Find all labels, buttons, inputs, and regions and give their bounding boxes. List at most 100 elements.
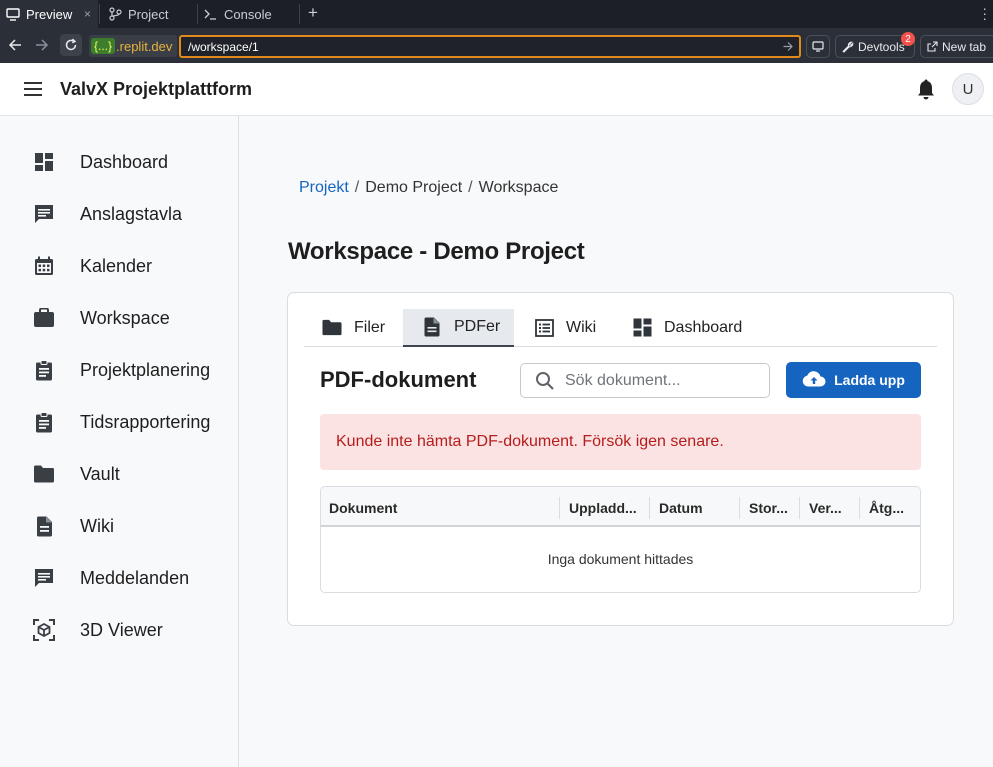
new-tab-button[interactable]: New tab xyxy=(920,35,993,58)
upload-button[interactable]: Ladda upp xyxy=(786,362,921,398)
browser-tab-label: Preview xyxy=(26,6,73,22)
sidebar-item-label: Anslagstavla xyxy=(80,203,183,224)
document-icon xyxy=(33,515,55,537)
search-input[interactable]: Sök dokument... xyxy=(520,363,770,398)
column-divider[interactable] xyxy=(859,497,860,519)
list-icon xyxy=(534,318,554,338)
column-header-uppladdad[interactable]: Uppladd... xyxy=(569,500,637,516)
tab-label: Filer xyxy=(354,318,386,336)
browser-tab-label: Console xyxy=(224,6,272,22)
workspace-tabs: Filer PDFer Wiki Dashboard xyxy=(304,309,937,347)
git-branch-icon xyxy=(108,7,122,21)
sidebar-item-wiki[interactable]: Wiki xyxy=(0,500,238,552)
column-header-datum[interactable]: Datum xyxy=(659,500,703,516)
tab-filer[interactable]: Filer xyxy=(304,309,403,346)
avatar[interactable]: U xyxy=(952,73,984,105)
column-divider[interactable] xyxy=(649,497,650,519)
browser-tab-project[interactable]: Project xyxy=(100,0,196,28)
menu-icon[interactable] xyxy=(24,82,42,96)
page-title: Workspace - Demo Project xyxy=(288,238,585,265)
external-link-icon xyxy=(927,41,938,52)
url-domain[interactable]: {...} .replit.dev xyxy=(89,35,177,57)
browser-tab-label: Project xyxy=(128,6,169,22)
breadcrumb-item-workspace: Workspace xyxy=(478,179,559,196)
forward-arrow-icon[interactable] xyxy=(32,35,52,55)
sidebar-item-label: Wiki xyxy=(80,515,114,536)
new-tab-label: New tab xyxy=(942,39,987,54)
go-arrow-icon[interactable] xyxy=(783,40,793,54)
close-icon[interactable]: × xyxy=(84,7,91,21)
briefcase-icon xyxy=(33,307,55,329)
sidebar-item-label: Dashboard xyxy=(80,151,169,172)
section-title: PDF-dokument xyxy=(320,367,477,392)
monitor-icon xyxy=(812,41,824,52)
column-header-atgarder[interactable]: Åtg... xyxy=(869,500,904,516)
error-message: Kunde inte hämta PDF-dokument. Försök ig… xyxy=(336,433,724,450)
sidebar-item-label: Tidsrapportering xyxy=(80,411,211,432)
devtools-label: Devtools xyxy=(858,39,905,54)
tab-label: PDFer xyxy=(454,318,501,335)
upload-label: Ladda upp xyxy=(834,372,905,388)
browser-tab-console[interactable]: Console xyxy=(198,0,298,28)
bell-icon[interactable] xyxy=(916,79,936,101)
search-icon xyxy=(535,371,555,391)
sidebar-item-meddelanden[interactable]: Meddelanden xyxy=(0,552,238,604)
empty-state-text: Inga dokument hittades xyxy=(547,551,694,567)
column-header-dokument[interactable]: Dokument xyxy=(329,500,397,516)
url-path: /workspace/1 xyxy=(188,39,259,54)
terminal-icon xyxy=(204,7,218,21)
new-tab-plus-icon[interactable]: + xyxy=(308,3,318,23)
column-divider[interactable] xyxy=(739,497,740,519)
error-alert: Kunde inte hämta PDF-dokument. Försök ig… xyxy=(320,414,921,470)
sidebar-item-vault[interactable]: Vault xyxy=(0,448,238,500)
folder-icon xyxy=(322,318,342,338)
tab-dashboard[interactable]: Dashboard xyxy=(614,309,754,346)
url-input[interactable]: /workspace/1 xyxy=(179,35,801,58)
clipboard-icon xyxy=(33,359,55,381)
breadcrumb-item-demo-project[interactable]: Demo Project xyxy=(365,179,462,197)
tab-divider xyxy=(299,4,300,24)
device-preview-button[interactable] xyxy=(806,35,830,58)
sidebar-item-anslagstavla[interactable]: Anslagstavla xyxy=(0,188,238,240)
more-options-icon[interactable]: · · · xyxy=(982,1,987,25)
devtools-count-badge: 2 xyxy=(901,32,915,46)
domain-text: .replit.dev xyxy=(116,38,173,54)
tab-label: Wiki xyxy=(566,318,597,336)
back-arrow-icon[interactable] xyxy=(5,35,25,55)
reload-icon xyxy=(65,38,77,51)
tab-pdfer[interactable]: PDFer xyxy=(403,309,514,347)
cloud-upload-icon xyxy=(802,370,826,390)
dashboard-icon xyxy=(632,318,652,338)
sidebar-item-label: Projektplanering xyxy=(80,359,211,380)
sidebar-item-label: 3D Viewer xyxy=(80,619,163,640)
table-header: Dokument Uppladd... Datum Stor... Ver...… xyxy=(321,487,920,527)
reload-button[interactable] xyxy=(60,34,82,56)
browser-tab-preview[interactable]: Preview × xyxy=(0,0,98,28)
breadcrumb-link-projekt[interactable]: Projekt xyxy=(299,179,349,197)
pdf-document-icon xyxy=(422,317,442,337)
sidebar-item-3d-viewer[interactable]: 3D Viewer xyxy=(0,604,238,656)
sidebar-item-projektplanering[interactable]: Projektplanering xyxy=(0,344,238,396)
sidebar-item-label: Vault xyxy=(80,463,120,484)
sidebar-item-tidsrapportering[interactable]: Tidsrapportering xyxy=(0,396,238,448)
breadcrumb: Projekt / Demo Project / Workspace xyxy=(299,179,558,197)
sidebar-item-dashboard[interactable]: Dashboard xyxy=(0,136,238,188)
column-divider[interactable] xyxy=(799,497,800,519)
chat-icon xyxy=(33,567,55,589)
column-header-version[interactable]: Ver... xyxy=(809,500,842,516)
sidebar-item-workspace[interactable]: Workspace xyxy=(0,292,238,344)
cube-icon xyxy=(33,619,55,641)
domain-badge: {...} xyxy=(91,38,116,54)
folder-icon xyxy=(33,463,55,485)
message-board-icon xyxy=(33,203,55,225)
column-header-storlek[interactable]: Stor... xyxy=(749,500,788,516)
sidebar: Dashboard Anslagstavla Kalender Workspac… xyxy=(0,116,239,767)
dashboard-icon xyxy=(33,151,55,173)
app-header: ValvX Projektplattform U xyxy=(0,63,993,116)
tab-wiki[interactable]: Wiki xyxy=(514,309,614,346)
breadcrumb-separator: / xyxy=(468,179,473,196)
sidebar-item-label: Meddelanden xyxy=(80,567,190,588)
column-divider[interactable] xyxy=(559,497,560,519)
sidebar-item-kalender[interactable]: Kalender xyxy=(0,240,238,292)
sidebar-item-label: Kalender xyxy=(80,255,153,276)
